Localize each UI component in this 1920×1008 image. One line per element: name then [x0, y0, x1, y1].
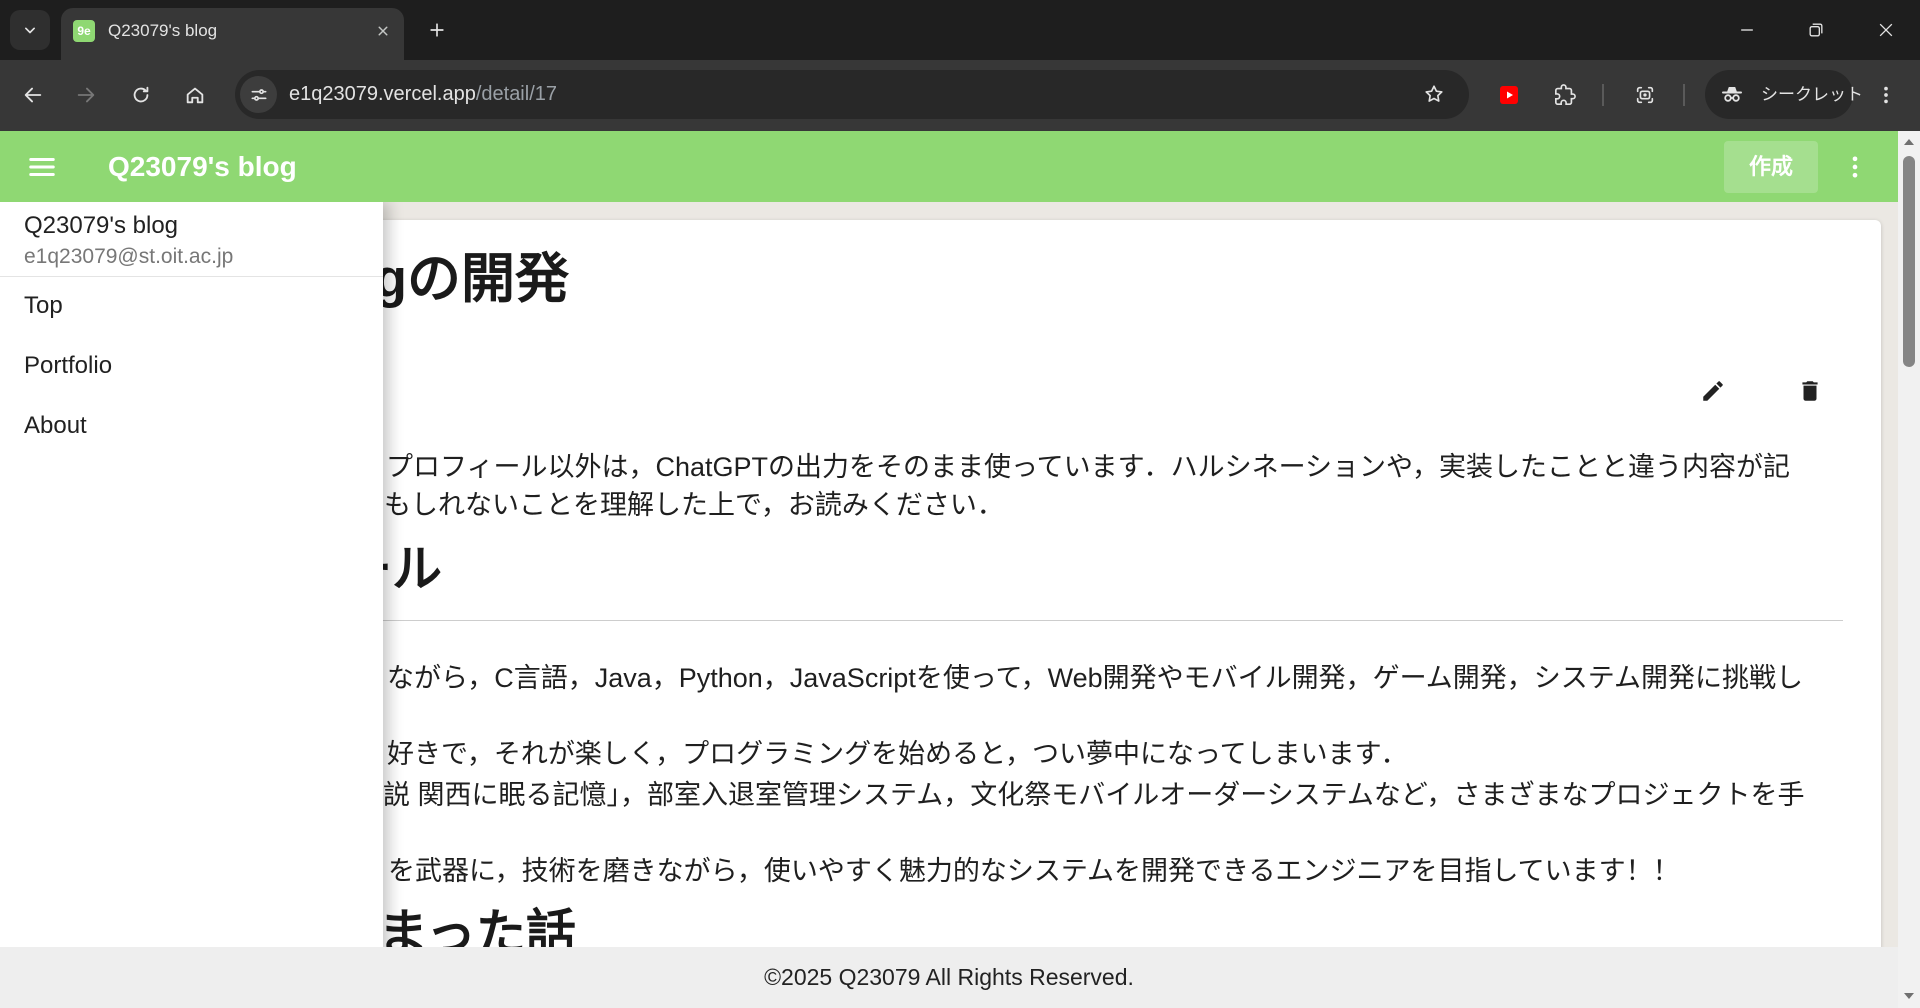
app-bar: Q23079's blog 作成 — [0, 131, 1898, 202]
create-button[interactable]: 作成 — [1724, 141, 1818, 193]
profile-line: ながら，C言語，Java，Python，JavaScriptを使って，Web開発… — [387, 663, 1803, 693]
address-bar[interactable]: e1q23079.vercel.app/detail/17 — [235, 70, 1469, 119]
drawer-header-title: Q23079's blog — [24, 212, 179, 239]
site-info-button[interactable] — [240, 76, 277, 113]
menu-button[interactable] — [20, 145, 64, 189]
url-text[interactable]: e1q23079.vercel.app/detail/17 — [289, 70, 557, 119]
more-vert-icon — [1884, 86, 1888, 104]
active-tab[interactable]: 9e Q23079's blog — [61, 8, 404, 60]
tab-search-button[interactable] — [10, 10, 50, 50]
restore-icon — [1809, 23, 1823, 37]
profile-line: を武器に，技術を磨きながら，使いやすく魅力的なシステムを開発できるエンジニアを目… — [388, 856, 1680, 886]
close-icon — [378, 26, 388, 36]
forward-arrow-icon — [77, 87, 95, 103]
new-tab-button[interactable] — [423, 16, 451, 44]
back-button[interactable] — [13, 75, 53, 115]
tab-strip: 9e Q23079's blog — [0, 0, 1920, 60]
navigation-drawer: Q23079's blog e1q23079@st.oit.ac.jp Top … — [0, 202, 383, 1008]
article-title: gの開発 — [374, 249, 569, 309]
home-button[interactable] — [175, 75, 215, 115]
site-info-icon — [251, 88, 266, 101]
vertical-scrollbar[interactable] — [1898, 131, 1920, 1008]
puzzle-extension-icon — [1555, 84, 1576, 105]
incognito-icon — [1720, 82, 1744, 106]
more-vert-icon — [1852, 156, 1858, 178]
profile-line: 説 関西に眠る記憶」，部室入退室管理システム，文化祭モバイルオーダーシステムなど… — [383, 780, 1805, 810]
tab-title: Q23079's blog — [108, 21, 218, 40]
scroll-down-arrow-icon[interactable] — [1904, 993, 1914, 999]
minimize-icon — [1741, 29, 1753, 31]
scroll-up-arrow-icon[interactable] — [1904, 139, 1914, 145]
url-host: e1q23079.vercel.app — [289, 83, 476, 105]
scrollbar-thumb[interactable] — [1903, 156, 1915, 367]
url-path: /detail/17 — [475, 83, 557, 105]
pencil-icon — [1703, 381, 1723, 401]
chevron-down-icon — [25, 27, 36, 34]
window-close-button[interactable] — [1868, 12, 1904, 48]
star-icon — [1425, 85, 1443, 102]
profile-line: 好きで，それが楽しく，プログラミングを始めると，つい夢中になってしまいます． — [387, 739, 1408, 769]
edit-button[interactable] — [1693, 371, 1733, 411]
favicon-icon: 9e — [73, 20, 95, 42]
back-arrow-icon — [24, 87, 42, 103]
screen-capture-icon — [1636, 86, 1654, 104]
reload-icon — [133, 86, 149, 103]
menu-icon — [29, 158, 55, 176]
window-close-icon — [1879, 23, 1893, 37]
youtube-extension-icon — [1500, 86, 1518, 104]
copyright-text: ©2025 Q23079 All Rights Reserved. — [764, 964, 1134, 990]
bookmark-button[interactable] — [1416, 76, 1452, 112]
restore-button[interactable] — [1798, 12, 1834, 48]
minimize-button[interactable] — [1729, 12, 1765, 48]
toolbar-separator — [1683, 84, 1685, 106]
sidebar-item-portfolio[interactable]: Portfolio — [0, 336, 383, 396]
drawer-email: e1q23079@st.oit.ac.jp — [24, 245, 234, 268]
delete-button[interactable] — [1790, 371, 1830, 411]
app-title[interactable]: Q23079's blog — [108, 131, 297, 202]
home-icon — [186, 87, 204, 104]
sidebar-item-about[interactable]: About — [0, 396, 383, 456]
forward-button[interactable] — [66, 75, 106, 115]
reload-button[interactable] — [121, 75, 161, 115]
extensions-button[interactable] — [1547, 77, 1583, 113]
app-more-button[interactable] — [1833, 145, 1877, 189]
page-footer: ©2025 Q23079 All Rights Reserved. — [0, 947, 1898, 1008]
screen-capture-button[interactable] — [1627, 77, 1663, 113]
trash-icon — [1802, 381, 1818, 401]
plus-icon — [430, 23, 444, 37]
sidebar-item-top[interactable]: Top — [0, 276, 383, 336]
tab-close-button[interactable] — [371, 19, 395, 43]
intro-line: もしれないことを理解した上で，お読みください． — [384, 490, 1004, 520]
incognito-indicator[interactable]: シークレット — [1705, 70, 1863, 119]
intro-line: プロフィール以外は，ChatGPTの出力をそのまま使っています．ハルシネーション… — [386, 452, 1790, 482]
youtube-extension-button[interactable] — [1491, 77, 1527, 113]
browser-menu-button[interactable] — [1868, 77, 1904, 113]
toolbar-separator — [1602, 84, 1604, 106]
incognito-label: シークレット — [1761, 85, 1863, 104]
